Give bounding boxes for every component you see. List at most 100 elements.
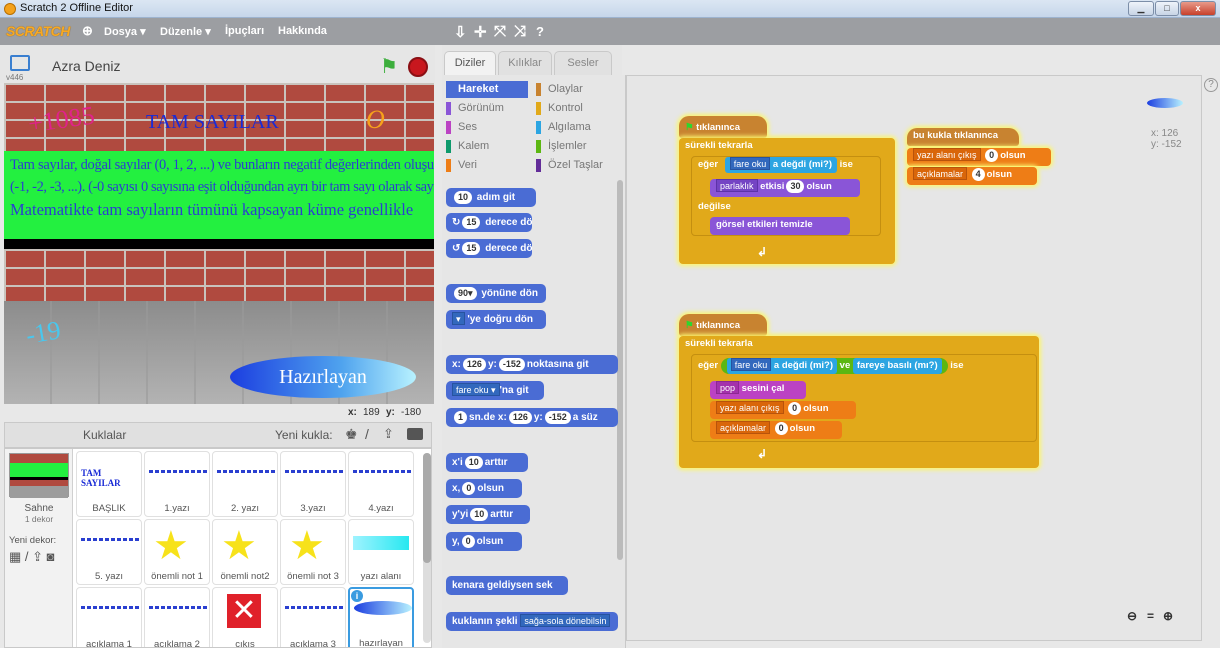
- help-tool-icon[interactable]: ?: [536, 24, 544, 39]
- block-point-direction[interactable]: 90▾ yönüne dön: [446, 284, 546, 303]
- sprite-thumb-2[interactable]: 2. yazı: [212, 451, 278, 517]
- stamp-tool-icon[interactable]: ⇩: [454, 23, 467, 41]
- s2-set-var2-block[interactable]: açıklamalar 4 olsun: [907, 167, 1037, 185]
- shrink-tool-icon[interactable]: ⤨: [514, 23, 526, 40]
- tab-scripts[interactable]: Diziler: [444, 51, 496, 76]
- cut-tool-icon[interactable]: ✛: [474, 23, 487, 41]
- block-palette: Hareket Görünüm Ses Kalem Veri Olaylar Kontrol…: [442, 75, 626, 648]
- s3-if-block[interactable]: eğer fare oku a değdi (mi?) ve fareye ba…: [691, 354, 1037, 442]
- paint-icon[interactable]: /: [365, 426, 369, 442]
- sprite-thumb-1[interactable]: 1.yazı: [144, 451, 210, 517]
- s2-hat-block[interactable]: bu kukla tıklanınca: [907, 128, 1019, 146]
- stop-icon[interactable]: [408, 57, 428, 77]
- block-move[interactable]: 10 adım git: [446, 188, 536, 207]
- category-1-right[interactable]: Kontrol: [536, 100, 618, 117]
- sprite-preview-13: [285, 606, 343, 609]
- s1-forever-block[interactable]: sürekli tekrarla eğer fare oku a değdi (…: [679, 138, 895, 264]
- s3-mouse-down-sensor[interactable]: fareye basılı (mı?): [852, 358, 942, 374]
- s1-touching-sensor[interactable]: fare oku a değdi (mi?): [724, 157, 838, 173]
- minimize-button[interactable]: ▁: [1128, 1, 1154, 16]
- script-area[interactable]: ⚑ tıklanınca sürekli tekrarla eğer fare …: [626, 75, 1202, 641]
- globe-icon[interactable]: ⊕: [82, 23, 93, 39]
- block-turn-left[interactable]: ↺15 derece dön: [446, 239, 532, 258]
- sprite-thumb-5[interactable]: 5. yazı: [76, 519, 142, 585]
- sprite-thumb-11[interactable]: açıklama 2: [144, 587, 210, 647]
- menu-about[interactable]: Hakkında: [278, 25, 327, 37]
- s3-set-var1-block[interactable]: yazı alanı çıkış 0 olsun: [710, 401, 856, 419]
- s3-forever-block[interactable]: sürekli tekrarla eğer fare oku a değdi (…: [679, 336, 1039, 468]
- upload-icon[interactable]: ⇪: [383, 426, 394, 442]
- close-button[interactable]: x: [1180, 1, 1216, 16]
- stage-column: Sahne 1 dekor Yeni dekor: ▦ / ⇪ ◙: [5, 449, 73, 647]
- block-rotation-style[interactable]: kuklanın şekli sağa-sola dönebilsin: [446, 612, 618, 631]
- scratch-logo[interactable]: SCRATCH: [6, 23, 70, 39]
- category-4-left[interactable]: Veri: [446, 157, 528, 174]
- block-set-x[interactable]: x, 0 olsun: [446, 479, 522, 498]
- tab-costumes[interactable]: Kılıklar: [498, 51, 552, 75]
- block-point-towards[interactable]: ▾ 'ye doğru dön: [446, 310, 546, 329]
- sprite-thumb-9[interactable]: yazı alanı: [348, 519, 414, 585]
- category-2-left[interactable]: Ses: [446, 119, 528, 136]
- sprite-thumb-4[interactable]: 4.yazı: [348, 451, 414, 517]
- zoom-reset-icon[interactable]: =: [1147, 609, 1154, 623]
- sprite-thumb-3[interactable]: 3.yazı: [280, 451, 346, 517]
- fullscreen-icon[interactable]: [10, 55, 30, 71]
- s3-set-var2-block[interactable]: açıklamalar 0 olsun: [710, 421, 842, 439]
- block-bounce[interactable]: kenara geldiysen sek: [446, 576, 568, 595]
- block-change-y[interactable]: y'yi 10 arttır: [446, 505, 530, 524]
- sprite-thumb-10[interactable]: açıklama 1: [76, 587, 142, 647]
- s3-hat-block[interactable]: ⚑ tıklanınca: [679, 314, 767, 336]
- info-icon[interactable]: i: [351, 590, 363, 602]
- sprites-header: Kuklalar Yeni kukla: ♚ / ⇪: [4, 422, 432, 448]
- sprite-label: yazı alanı: [360, 571, 402, 582]
- menu-tips[interactable]: İpuçları: [225, 25, 264, 37]
- sprite-thumb-12[interactable]: ✕ çıkış: [212, 587, 278, 647]
- category-3-right[interactable]: İşlemler: [536, 138, 618, 155]
- block-goto-xy[interactable]: x: 126 y: -152 noktasına git: [446, 355, 618, 374]
- menu-edit[interactable]: Düzenle ▾: [160, 25, 211, 38]
- s1-clear-effects-block[interactable]: görsel etkileri temizle: [710, 217, 850, 235]
- category-3-left[interactable]: Kalem: [446, 138, 528, 155]
- s3-play-sound-block[interactable]: pop sesini çal: [710, 381, 806, 399]
- sprite-thumb-8[interactable]: ★ önemli not 3: [280, 519, 346, 585]
- tab-sounds[interactable]: Sesler: [554, 51, 612, 75]
- s3-touching-sensor[interactable]: fare oku a değdi (mi?): [726, 358, 838, 374]
- category-2-right[interactable]: Algılama: [536, 119, 618, 136]
- stage-canvas[interactable]: +1085 TAM SAYILAR O Tam sayılar, doğal s…: [4, 83, 434, 404]
- sprite-thumb-6[interactable]: ★ önemli not 1: [144, 519, 210, 585]
- s1-hat-block[interactable]: ⚑ tıklanınca: [679, 116, 767, 138]
- s1-if-block[interactable]: eğer fare oku a değdi (mi?) ise parlaklı…: [691, 156, 881, 236]
- camera-icon[interactable]: [407, 428, 423, 440]
- hazirlayan-button[interactable]: Hazırlayan: [230, 356, 416, 398]
- zoom-out-icon[interactable]: ⊖: [1127, 609, 1137, 623]
- library-icon[interactable]: ♚: [345, 426, 358, 443]
- block-turn-right[interactable]: ↻15 derece dön: [446, 213, 532, 232]
- sprites-scrollbar[interactable]: [423, 453, 431, 643]
- stage-thumbnail[interactable]: [9, 453, 69, 498]
- green-flag-icon[interactable]: ⚑: [380, 54, 398, 79]
- category-4-right[interactable]: Özel Taşlar: [536, 157, 618, 174]
- maximize-button[interactable]: □: [1155, 1, 1179, 16]
- x-value: 189: [363, 407, 380, 418]
- sprite-thumb-14[interactable]: hazırlayan i: [348, 587, 414, 647]
- sprite-label: BAŞLIK: [92, 503, 126, 514]
- category-0-right[interactable]: Olaylar: [536, 81, 618, 98]
- block-goto[interactable]: fare oku ▾'na git: [446, 381, 544, 400]
- sprite-thumb-13[interactable]: açıklama 3: [280, 587, 346, 648]
- backdrop-tools-icon[interactable]: ▦ / ⇪ ◙: [9, 549, 54, 565]
- grow-tool-icon[interactable]: ⤧: [494, 23, 506, 40]
- menu-file[interactable]: Dosya ▾: [104, 25, 146, 38]
- s3-and-operator[interactable]: fare oku a değdi (mi?) ve fareye basılı …: [720, 358, 948, 374]
- help-icon[interactable]: ?: [1204, 78, 1218, 92]
- category-1-left[interactable]: Görünüm: [446, 100, 528, 117]
- category-0-left[interactable]: Hareket: [446, 81, 528, 98]
- block-set-y[interactable]: y, 0 olsun: [446, 532, 522, 551]
- s2-set-var1-block[interactable]: yazı alanı çıkış 0 olsun: [907, 148, 1051, 166]
- block-change-x[interactable]: x'i 10 arttır: [446, 453, 528, 472]
- sprite-thumb-0[interactable]: TAM SAYILAR BAŞLIK: [76, 451, 142, 517]
- sprite-label: açıklama 3: [290, 639, 336, 648]
- sprite-thumb-7[interactable]: ★ önemli not2: [212, 519, 278, 585]
- block-glide[interactable]: 1 sn.de x: 126 y: -152 a süz: [446, 408, 618, 427]
- zoom-in-icon[interactable]: ⊕: [1163, 609, 1173, 623]
- s1-effect-block[interactable]: parlaklık etkisi 30 olsun: [710, 179, 860, 197]
